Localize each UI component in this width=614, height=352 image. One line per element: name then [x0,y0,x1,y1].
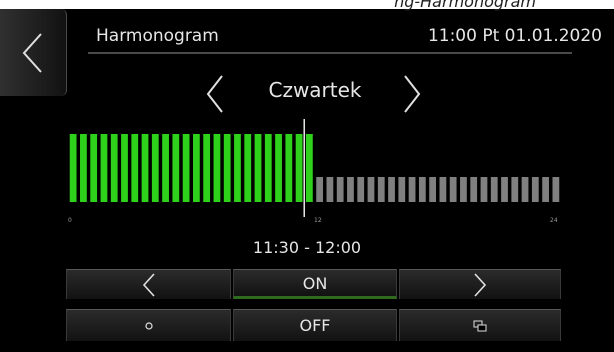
top-strip: ng-Harmonogram [0,0,614,11]
schedule-slot-off[interactable] [521,177,529,202]
schedule-slot-off[interactable] [439,177,447,202]
schedule-bars[interactable] [68,119,561,229]
schedule-slot-on[interactable] [244,134,252,202]
schedule-slot-off[interactable] [501,177,508,202]
schedule-slot-on[interactable] [182,134,190,202]
schedule-slot-on[interactable] [295,134,303,202]
page-title: Harmonogram [96,26,219,46]
schedule-slot-off[interactable] [408,177,416,202]
schedule-slot-off[interactable] [531,177,539,202]
schedule-slot-off[interactable] [347,177,354,202]
schedule-slot-on[interactable] [110,134,118,202]
schedule-slot-off[interactable] [326,177,334,202]
schedule-chart[interactable]: 0 12 24 [68,119,561,229]
schedule-slot-on[interactable] [131,134,139,202]
on-button-label: ON [302,273,328,293]
schedule-slot-on[interactable] [264,134,272,202]
top-strip-text: ng-Harmonogram [394,0,536,11]
schedule-slot-on[interactable] [223,134,231,202]
schedule-slot-off[interactable] [418,177,426,202]
schedule-slot-off[interactable] [377,177,385,202]
schedule-slot-off[interactable] [511,177,519,202]
schedule-slot-on[interactable] [90,134,98,202]
axis-tick-12: 12 [314,217,322,224]
schedule-slot-on[interactable] [213,134,221,202]
schedule-slot-on[interactable] [162,134,169,202]
chevron-left-icon [142,272,155,297]
schedule-slot-on[interactable] [80,134,87,202]
schedule-slot-off[interactable] [449,177,457,202]
copy-icon [473,320,487,331]
day-label: Czwartek [268,78,362,102]
schedule-slot-on[interactable] [193,134,200,202]
schedule-slot-off[interactable] [470,177,478,202]
chevron-right-icon [474,272,487,297]
schedule-slot-off[interactable] [367,177,375,202]
schedule-slot-off[interactable] [398,177,406,202]
schedule-slot-on[interactable] [285,134,293,202]
schedule-slot-on[interactable] [121,134,128,202]
time-range: 11:30 - 12:00 [252,238,362,257]
schedule-slot-off[interactable] [336,177,344,202]
schedule-slot-off[interactable] [490,177,498,202]
previous-slot-button[interactable] [66,269,231,299]
off-button[interactable]: OFF [233,309,397,341]
axis-tick-0: 0 [68,217,72,224]
copy-button[interactable] [399,309,561,341]
schedule-slot-on[interactable] [234,134,241,202]
header-divider [88,52,572,54]
on-button[interactable]: ON [233,269,397,299]
circle-icon [144,321,153,330]
next-slot-button[interactable] [399,269,561,299]
schedule-slot-on[interactable] [141,134,149,202]
header-datetime: 11:00 Pt 01.01.2020 [427,26,602,46]
chevron-left-icon [206,75,223,113]
schedule-slot-on[interactable] [69,134,77,202]
schedule-slot-off[interactable] [552,177,560,202]
schedule-slot-on[interactable] [172,134,180,202]
axis-tick-24: 24 [550,217,558,224]
chevron-right-icon [404,75,421,113]
chevron-left-icon [22,32,42,73]
schedule-slot-on[interactable] [305,134,313,202]
off-button-label: OFF [299,316,331,335]
schedule-slot-off[interactable] [316,177,324,202]
circle-button[interactable] [66,309,231,341]
schedule-slot-off[interactable] [357,177,365,202]
schedule-slot-off[interactable] [388,177,395,202]
schedule-slot-on[interactable] [254,134,262,202]
schedule-slot-on[interactable] [100,134,108,202]
schedule-slot-on[interactable] [203,134,211,202]
schedule-slot-off[interactable] [429,177,437,202]
schedule-slot-on[interactable] [151,134,159,202]
previous-day-button[interactable] [195,72,235,116]
schedule-slot-off[interactable] [480,177,488,202]
next-day-button[interactable] [392,72,432,116]
schedule-slot-off[interactable] [460,177,467,202]
schedule-slot-off[interactable] [542,177,549,202]
schedule-slot-on[interactable] [275,134,282,202]
back-button[interactable] [0,9,67,96]
